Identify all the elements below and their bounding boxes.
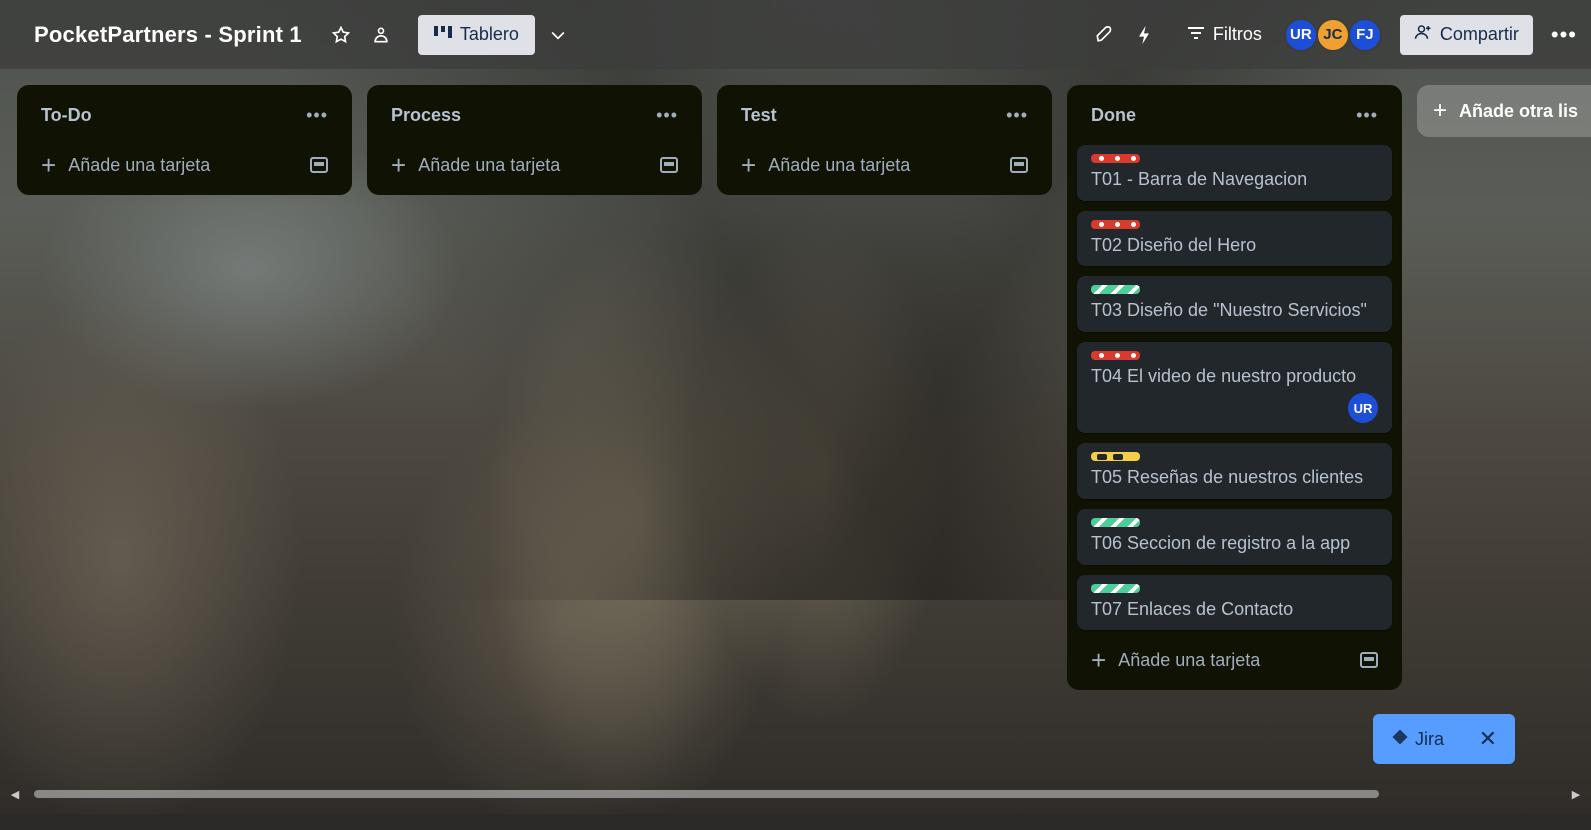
rocket-icon[interactable] [1087,18,1121,52]
card-label-red[interactable] [1091,219,1140,229]
more-icon[interactable]: ••• [1006,105,1028,126]
board-title[interactable]: PocketPartners - Sprint 1 [34,22,302,48]
avatar[interactable]: UR [1283,17,1318,52]
card[interactable]: T01 - Barra de Navegacion [1077,145,1392,201]
board-view-button[interactable]: Tablero [417,14,535,55]
visibility-icon[interactable] [364,18,398,52]
card-label-green[interactable] [1091,517,1140,527]
add-card-label: Añade una tarjeta [1118,649,1261,670]
avatar[interactable]: JC [1315,17,1350,52]
plus-icon: + [391,150,407,180]
more-icon[interactable]: ••• [1551,22,1577,48]
plus-icon: + [1091,645,1107,676]
list-process: Process ••• + Añade una tarjeta [367,85,702,195]
list-title[interactable]: To-Do [41,105,92,126]
jira-label: Jira [1415,728,1445,749]
board-view-icon [433,24,452,45]
add-card-button[interactable]: + Añade una tarjeta [377,145,692,185]
filters-label: Filtros [1212,24,1262,44]
card-member-avatar[interactable]: UR [1348,393,1378,424]
plus-icon: + [41,150,57,180]
board-view-label: Tablero [459,24,519,44]
card[interactable]: T06 Seccion de registro a la app [1077,508,1392,565]
card[interactable]: T02 Diseño del Hero [1077,210,1392,267]
board-header: PocketPartners - Sprint 1 Tablero Filtro… [0,0,1591,69]
template-icon[interactable] [1360,652,1378,669]
star-icon[interactable] [324,18,358,52]
card-title: T04 El video de nuestro producto [1091,365,1357,386]
add-card-button[interactable]: + Añade una tarjeta [1077,640,1392,680]
list-title[interactable]: Process [391,105,461,126]
card[interactable]: T03 Diseño de "Nuestro Servicios" [1077,276,1392,332]
more-icon[interactable]: ••• [306,105,328,126]
add-card-label: Añade una tarjeta [68,154,211,175]
list-todo: To-Do ••• + Añade una tarjeta [17,85,352,195]
window-bottom-edge [0,814,1591,830]
list-test: Test ••• + Añade una tarjeta [717,85,1052,195]
board-members: UR JC FJ [1283,17,1382,52]
card-title: T01 - Barra de Navegacion [1091,169,1308,189]
card-title: T03 Diseño de "Nuestro Servicios" [1091,300,1367,321]
card-label-red[interactable] [1091,154,1140,163]
card-label-green[interactable] [1091,583,1140,593]
plus-icon: + [741,150,757,180]
scroll-left-icon[interactable]: ◀ [8,788,22,801]
card-label-yellow[interactable] [1091,452,1140,462]
automation-icon[interactable] [1127,18,1161,52]
add-card-label: Añade una tarjeta [418,154,561,175]
card[interactable]: T05 Reseñas de nuestros clientes [1077,443,1392,499]
list-title[interactable]: Done [1091,105,1136,126]
scroll-right-icon[interactable]: ▶ [1569,788,1583,801]
close-icon[interactable]: ✕ [1479,726,1497,752]
add-card-label: Añade una tarjeta [768,154,911,175]
list-title[interactable]: Test [741,105,777,126]
card-label-red[interactable] [1091,350,1140,360]
template-icon[interactable] [660,157,678,173]
avatar[interactable]: FJ [1347,17,1382,52]
add-list-button[interactable]: + Añade otra lis [1417,85,1591,137]
add-card-button[interactable]: + Añade una tarjeta [27,145,342,185]
card-label-green[interactable] [1091,285,1140,295]
plus-icon: + [1433,97,1448,124]
share-button[interactable]: Compartir [1399,14,1533,55]
add-list-label: Añade otra lis [1459,100,1579,121]
more-icon[interactable]: ••• [1356,105,1378,126]
filter-icon [1187,24,1205,45]
add-person-icon [1414,23,1432,46]
horizontal-scrollbar[interactable]: ◀ ▶ [8,786,1583,802]
card-title: T05 Reseñas de nuestros clientes [1091,467,1364,488]
chevron-down-icon[interactable] [541,18,575,52]
card-title: T02 Diseño del Hero [1091,234,1257,255]
card-title: T06 Seccion de registro a la app [1091,532,1351,553]
template-icon[interactable] [1010,157,1028,173]
list-done: Done ••• T01 - Barra de Navegacion T02 D… [1067,85,1402,691]
scrollbar-track[interactable] [22,788,1569,800]
scrollbar-thumb[interactable] [34,790,1379,798]
template-icon[interactable] [310,157,328,173]
share-label: Compartir [1439,24,1519,44]
card-title: T07 Enlaces de Contacto [1091,598,1294,619]
filters-button[interactable]: Filtros [1187,24,1262,45]
more-icon[interactable]: ••• [656,105,678,126]
jira-icon [1391,728,1409,751]
jira-popup[interactable]: Jira ✕ [1373,714,1515,764]
card[interactable]: T04 El video de nuestro producto UR [1077,341,1392,434]
card[interactable]: T07 Enlaces de Contacto [1077,574,1392,631]
add-card-button[interactable]: + Añade una tarjeta [727,145,1042,185]
